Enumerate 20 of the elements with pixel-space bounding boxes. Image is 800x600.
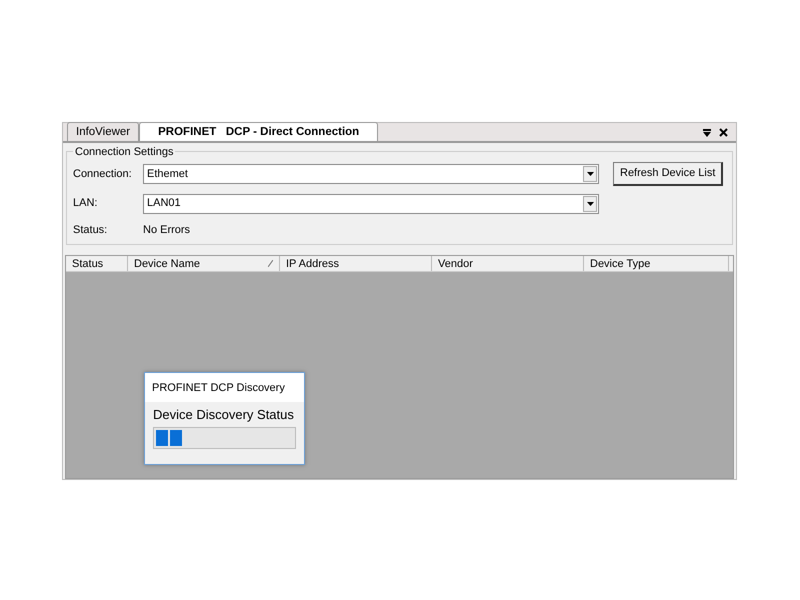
tab[interactable]: InfoViewer <box>67 122 140 141</box>
pin-menu-icon[interactable] <box>703 128 711 136</box>
dialog-title: PROFINET DCP Discovery <box>145 373 304 402</box>
column-header[interactable]: IP Address <box>280 256 432 271</box>
close-icon[interactable] <box>719 128 728 137</box>
tab[interactable]: PROFINET DCP - Direct Connection <box>139 122 378 141</box>
refresh-button[interactable]: Refresh Device List <box>613 162 724 186</box>
status-text: No Errors <box>143 222 190 238</box>
column-header[interactable]: Status <box>66 256 128 271</box>
dialog-heading: Device Discovery Status <box>152 406 295 424</box>
field-label: Connection: <box>73 166 133 182</box>
column-header[interactable]: Device Name <box>128 256 280 271</box>
group-title: Connection Settings <box>73 144 176 160</box>
dropdown-field[interactable]: Ethemet <box>143 164 599 184</box>
field-label: LAN: <box>73 196 98 212</box>
dropdown-field[interactable]: LAN01 <box>143 194 599 214</box>
column-header[interactable]: Vendor <box>432 256 584 271</box>
field-label: Status: <box>73 222 108 238</box>
column-header[interactable]: Device Type <box>584 256 729 271</box>
sort-icon <box>268 260 273 267</box>
